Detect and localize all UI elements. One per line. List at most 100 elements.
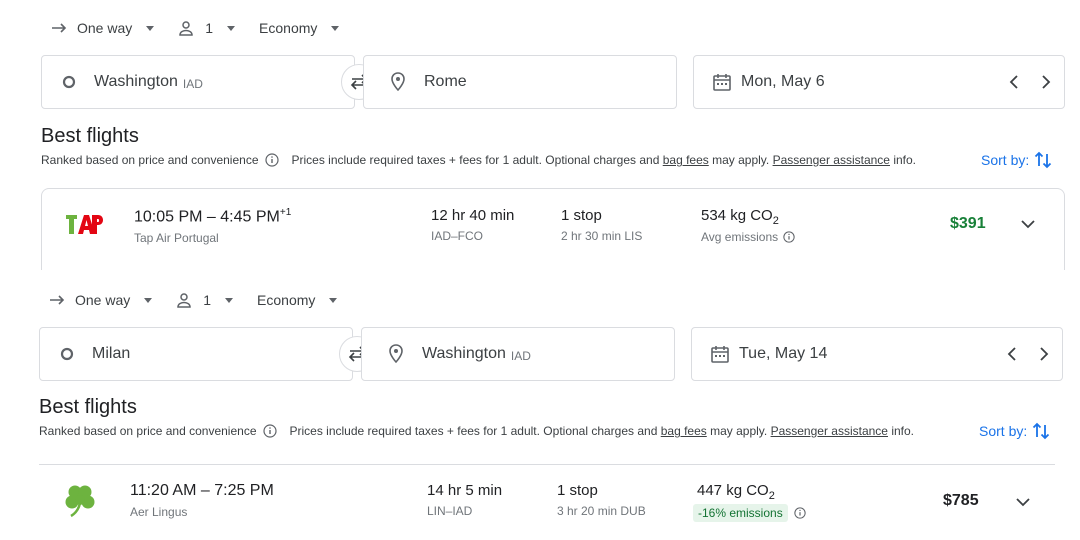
sort-by-label: Sort by: [981,152,1030,168]
info-text: info. [887,424,914,438]
flight-stops: 1 stop 2 hr 30 min LIS [561,207,642,243]
info-icon[interactable] [262,424,277,438]
origin-city: Milan [92,345,131,362]
trip-type-label: One way [75,292,131,308]
flight-duration: 12 hr 40 min IAD–FCO [431,207,514,243]
caret-down-icon [146,25,155,31]
arrow-right-icon [50,295,65,305]
location-pin-icon [389,344,403,364]
origin-field[interactable]: Washington IAD [41,55,355,109]
search-options-row: One way 1 Economy [52,0,363,56]
trip-type-select[interactable]: One way [50,292,153,308]
info-icon[interactable] [783,231,795,243]
sort-by-button[interactable]: Sort by: [981,150,1052,170]
departure-date-field[interactable]: Tue, May 14 [691,327,1063,381]
departure-date: Tue, May 14 [739,345,828,362]
caret-down-icon [225,297,234,303]
layover: 3 hr 20 min DUB [557,504,646,518]
cabin-class-select[interactable]: Economy [257,292,338,308]
caret-down-icon [329,297,338,303]
stops: 1 stop [557,482,598,499]
may-apply-text: may apply. [706,424,771,438]
caret-down-icon [227,25,236,31]
chevron-left-icon[interactable] [1008,72,1020,92]
caret-down-icon [144,297,153,303]
flight-times: 10:05 PM – 4:45 PM+1 Tap Air Portugal [134,207,292,246]
aer-lingus-shamrock-logo [65,485,95,518]
route: IAD–FCO [431,229,484,243]
ranked-text: Ranked based on price and convenience [39,424,257,438]
origin-code: IAD [182,76,203,91]
calendar-icon [711,346,729,363]
calendar-icon [713,74,731,91]
chevron-right-icon[interactable] [1040,72,1052,92]
emissions-subscript: 2 [772,215,779,227]
passenger-assistance-link[interactable]: Passenger assistance [773,153,890,167]
trip-type-select[interactable]: One way [52,20,155,36]
duration: 12 hr 40 min [431,207,515,224]
flight-emissions: 534 kg CO2 Avg emissions [701,207,795,244]
section-title: Best flights [39,396,137,418]
flight-times: 11:20 AM – 7:25 PM Aer Lingus [130,482,274,519]
passengers-select[interactable]: 1 [178,20,236,36]
bag-fees-link[interactable]: bag fees [661,424,707,438]
destination-field[interactable]: Washington IAD [361,327,675,381]
destination-field[interactable]: Rome [363,55,677,109]
passenger-assistance-link[interactable]: Passenger assistance [771,424,888,438]
airline-name: Aer Lingus [130,505,188,519]
route: LIN–IAD [427,504,473,518]
sort-by-button[interactable]: Sort by: [979,421,1050,441]
emissions-value: 534 kg CO [701,207,773,224]
person-icon [177,293,192,308]
prices-text: Prices include required taxes + fees for… [289,424,661,438]
destination-city: Washington [422,345,506,362]
arrival-time: 7:25 PM [214,482,274,499]
ranking-info: Ranked based on price and convenience Pr… [41,153,916,167]
search-section-return: One way 1 Economy Milan Washington IAD T… [0,272,1080,539]
emissions-badge: -16% emissions [693,504,788,522]
ranking-info: Ranked based on price and convenience Pr… [39,424,914,438]
search-section-outbound: One way 1 Economy Washington IAD Rome Mo… [0,0,1080,270]
info-icon[interactable] [264,153,279,167]
origin-city: Washington [94,73,178,90]
flight-card[interactable]: 11:20 AM – 7:25 PM Aer Lingus 14 hr 5 mi… [39,464,1055,540]
section-title: Best flights [41,125,139,147]
passengers-count: 1 [203,292,212,308]
may-apply-text: may apply. [708,153,773,167]
person-icon [179,21,194,36]
passengers-count: 1 [205,20,214,36]
chevron-right-icon[interactable] [1038,344,1050,364]
flight-emissions: 447 kg CO2 -16% emissions [693,482,806,522]
ranked-text: Ranked based on price and convenience [41,153,259,167]
chevron-left-icon[interactable] [1006,344,1018,364]
cabin-class-select[interactable]: Economy [259,20,340,36]
sort-icon [1033,422,1050,440]
origin-field[interactable]: Milan [39,327,353,381]
search-options-row: One way 1 Economy [50,272,361,328]
airline-name: Tap Air Portugal [134,231,219,246]
flight-stops: 1 stop 3 hr 20 min DUB [557,482,646,518]
sort-by-label: Sort by: [979,423,1028,439]
trip-type-label: One way [77,20,133,36]
chevron-down-icon[interactable] [1019,217,1037,231]
day-offset: +1 [279,207,292,218]
emissions-value: 447 kg CO [697,482,769,499]
passengers-select[interactable]: 1 [176,292,234,308]
emissions-subscript: 2 [768,490,775,502]
info-icon[interactable] [794,507,806,519]
flight-duration: 14 hr 5 min LIN–IAD [427,482,502,518]
stops: 1 stop [561,207,602,224]
duration: 14 hr 5 min [427,482,503,499]
departure-time: 10:05 PM [134,208,203,226]
circle-origin-icon [60,347,74,361]
emissions-label: Avg emissions [701,230,779,244]
bag-fees-link[interactable]: bag fees [663,153,709,167]
chevron-down-icon[interactable] [1014,495,1032,509]
departure-time: 11:20 AM [130,482,197,499]
sort-icon [1035,151,1052,169]
price: $391 [950,215,986,232]
departure-date-field[interactable]: Mon, May 6 [693,55,1065,109]
flight-card[interactable]: 10:05 PM – 4:45 PM+1 Tap Air Portugal 12… [41,188,1065,270]
info-text: info. [889,153,916,167]
layover: 2 hr 30 min LIS [561,229,643,243]
